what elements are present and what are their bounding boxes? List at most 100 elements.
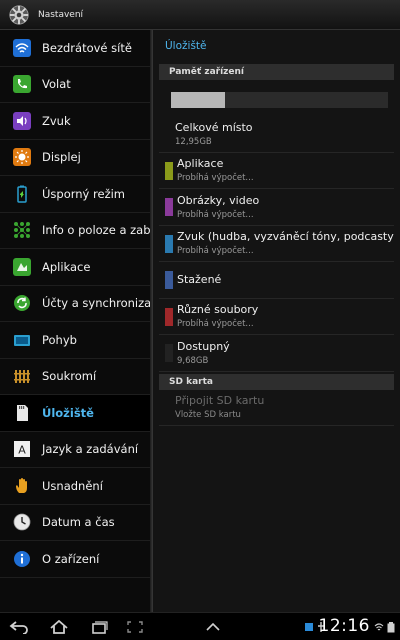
sidebar-item-13[interactable]: Usnadnění [0, 468, 153, 505]
category-status: Probíhá výpočet... [177, 173, 254, 184]
sidebar-item-label: Aplikace [42, 259, 91, 274]
category-status: 9,68GB [177, 355, 209, 366]
display-icon [12, 147, 32, 167]
system-bar: 12:16 [0, 612, 400, 640]
sync-status-icon [305, 623, 313, 631]
sync-icon [12, 293, 32, 313]
back-icon [9, 620, 28, 634]
sidebar-item-label: Úložiště [42, 405, 94, 420]
settings-sidebar: Bezdrátové sítě Volat Zvuk Displej Úsporný r… [0, 30, 153, 612]
sidebar-item-15[interactable]: O zařízení [0, 541, 153, 578]
mount-sd-label: Připojit SD kartu [175, 394, 265, 408]
sidebar-item-label: Datum a čas [42, 515, 115, 530]
sidebar-item-label: Info o poloze a zab [42, 223, 151, 238]
category-label: Stažené [177, 273, 222, 287]
sidebar-item-label: Usnadnění [42, 478, 103, 493]
sidebar-item-8[interactable]: Účty a synchroniza [0, 286, 153, 322]
home-icon [50, 619, 68, 634]
sidebar-item-12[interactable]: A Jazyk a zadávání [0, 432, 153, 468]
speaker-icon [12, 111, 32, 131]
sidebar-item-label: Soukromí [42, 369, 97, 384]
category-status: Probíhá výpočet... [177, 246, 254, 257]
mini-apps-button[interactable] [200, 617, 226, 637]
screenshot-button[interactable] [122, 617, 148, 637]
clock: 12:16 [318, 616, 370, 636]
phone-icon [12, 74, 32, 94]
category-label: Různé soubory [177, 303, 259, 317]
sidebar-item-label: Displej [42, 150, 81, 165]
sidebar-item-label: Účty a synchroniza [42, 296, 152, 311]
category-label: Aplikace [177, 157, 224, 171]
sidebar-item-7[interactable]: Aplikace [0, 249, 153, 286]
back-button[interactable] [6, 617, 32, 637]
recent-apps-button[interactable] [86, 617, 112, 637]
sidebar-item-10[interactable]: Soukromí [0, 359, 153, 395]
sidebar-item-label: Pohyb [42, 332, 77, 347]
category-status: Probíhá výpočet... [177, 209, 254, 220]
storage-usage-bar [171, 92, 388, 108]
category-color-swatch [165, 234, 173, 253]
total-space-value: 12,95GB [175, 136, 212, 147]
motion-icon [12, 330, 32, 350]
sidebar-item-9[interactable]: Pohyb [0, 322, 153, 359]
category-color-swatch [165, 344, 173, 362]
clock-icon [12, 512, 32, 532]
privacy-icon [12, 366, 32, 386]
storage-usage-fill [171, 92, 226, 108]
sidebar-item-label: Bezdrátové sítě [42, 40, 132, 55]
storage-category-row[interactable]: Různé soubory Probíhá výpočet... [159, 299, 394, 335]
battery-status-icon [387, 622, 395, 633]
device-memory-header: Paměť zařízení [159, 64, 394, 80]
sidebar-item-14[interactable]: Datum a čas [0, 505, 153, 541]
battery-icon [12, 184, 32, 204]
category-color-swatch [165, 307, 173, 326]
sd-card-icon [12, 403, 32, 423]
wifi-status-icon [374, 623, 384, 631]
category-status: Probíhá výpočet... [177, 319, 254, 330]
mount-sd-hint: Vložte SD kartu [175, 410, 241, 421]
sidebar-item-label: Úsporný režim [42, 186, 126, 201]
sidebar-item-4[interactable]: Displej [0, 140, 153, 176]
sidebar-item-6[interactable]: Info o poloze a zab [0, 213, 153, 249]
up-arrow-icon [206, 622, 220, 631]
sidebar-item-11[interactable]: Úložiště [0, 395, 153, 432]
storage-panel: Úložiště Paměť zařízení Celkové místo 12… [153, 30, 400, 612]
sidebar-item-label: O zařízení [42, 551, 100, 566]
home-button[interactable] [46, 617, 72, 637]
sidebar-item-3[interactable]: Zvuk [0, 103, 153, 140]
gear-icon [9, 4, 29, 25]
svg-text:A: A [18, 444, 26, 457]
storage-category-row[interactable]: Stažené [159, 262, 394, 299]
location-grid-icon [12, 220, 32, 240]
mount-sd-card-row[interactable]: Připojit SD kartu Vložte SD kartu [159, 390, 394, 426]
page-title: Úložiště [165, 40, 207, 52]
sd-card-header: SD karta [159, 373, 394, 390]
storage-category-row[interactable]: Zvuk (hudba, vyzváněcí tóny, podcasty Pro… [159, 226, 394, 262]
sidebar-item-2[interactable]: Volat [0, 67, 153, 103]
sidebar-item-label: Volat [42, 77, 71, 92]
sidebar-item-label: Zvuk [42, 113, 71, 128]
total-space-label: Celkové místo [175, 120, 253, 134]
sidebar-item-label: Jazyk a zadávání [42, 442, 139, 457]
storage-category-row[interactable]: Aplikace Probíhá výpočet... [159, 153, 394, 189]
info-icon [12, 549, 32, 569]
apps-icon [12, 257, 32, 277]
category-label: Dostupný [177, 339, 230, 353]
category-color-swatch [165, 161, 173, 180]
title-bar: Nastavení [0, 0, 400, 30]
wifi-icon [12, 38, 32, 58]
category-color-swatch [165, 271, 173, 289]
category-label: Zvuk (hudba, vyzváněcí tóny, podcasty [177, 230, 394, 244]
sidebar-item-1[interactable]: Bezdrátové sítě [0, 30, 153, 67]
storage-category-row[interactable]: Obrázky, video Probíhá výpočet... [159, 189, 394, 226]
keyboard-icon: A [12, 439, 32, 459]
screenshot-icon [127, 620, 143, 633]
total-space-row[interactable]: Celkové místo 12,95GB [159, 116, 394, 153]
recent-apps-icon [92, 620, 108, 634]
sidebar-item-5[interactable]: Úsporný režim [0, 176, 153, 213]
hand-icon [12, 476, 32, 496]
window-title: Nastavení [38, 9, 84, 20]
category-label: Obrázky, video [177, 193, 260, 207]
category-color-swatch [165, 198, 173, 216]
storage-category-row[interactable]: Dostupný 9,68GB [159, 335, 394, 372]
